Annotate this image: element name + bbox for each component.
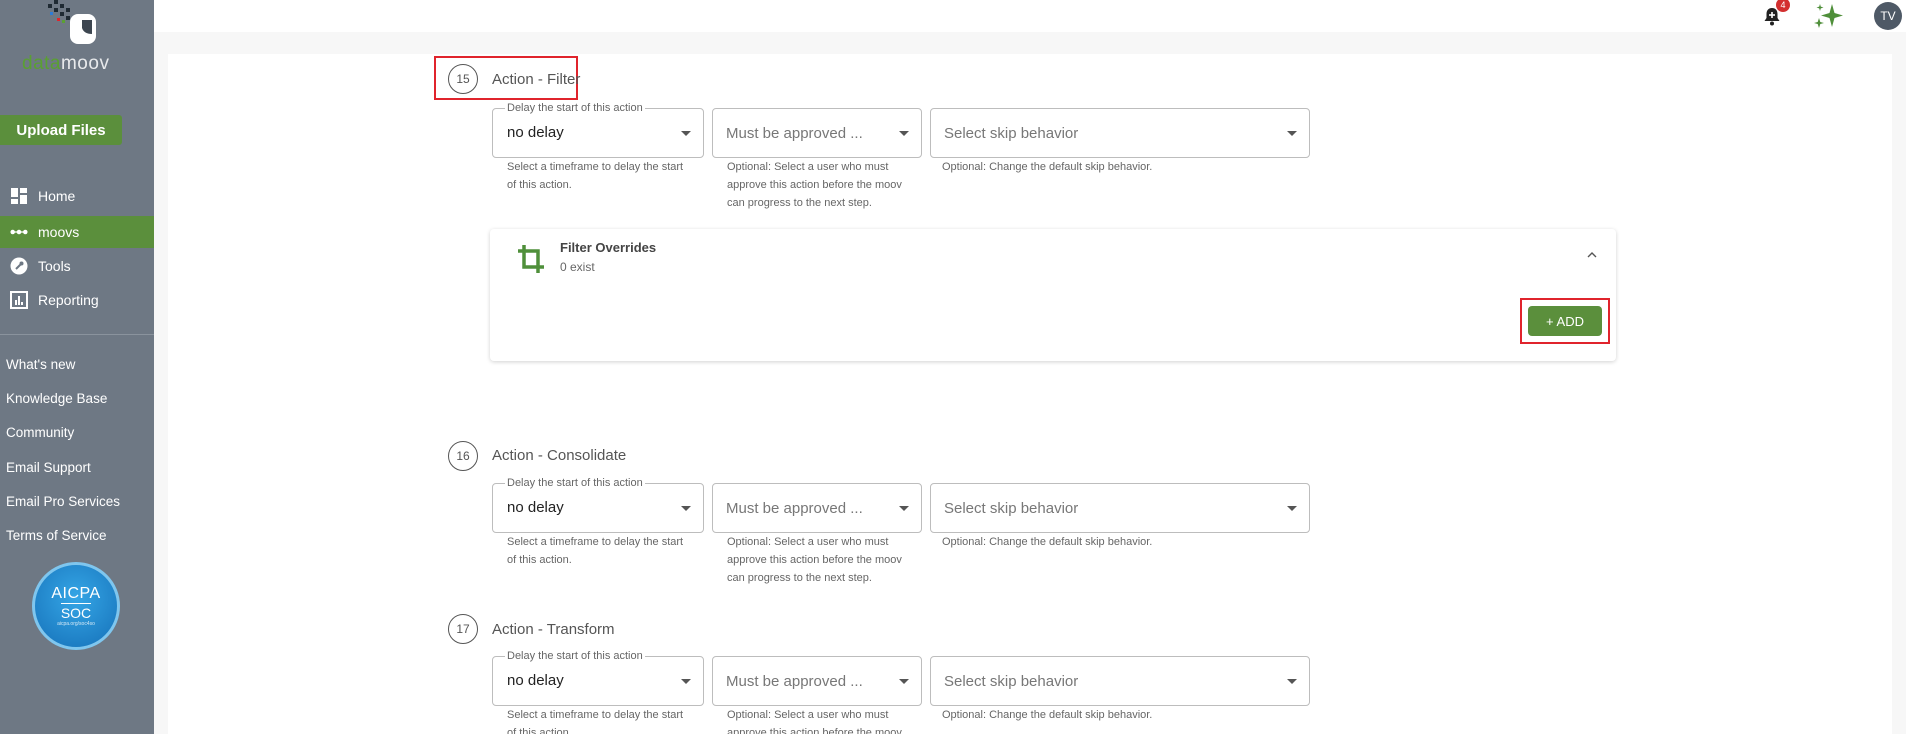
approver-placeholder: Must be approved ...: [726, 500, 863, 517]
logo-part-moov: moov: [60, 53, 110, 74]
filter-overrides-count: 0 exist: [560, 260, 595, 274]
approver-helper-text: Optional: Select a user who must approve…: [727, 161, 902, 209]
approver-helper-text: Optional: Select a user who must approve…: [727, 709, 902, 734]
approver-select-17[interactable]: Must be approved ...: [712, 656, 922, 706]
skip-behavior-select-15[interactable]: Select skip behavior: [930, 108, 1310, 158]
step-number-17: 17: [448, 614, 478, 644]
step-title-consolidate: Action - Consolidate: [492, 447, 627, 464]
delay-legend: Delay the start of this action: [505, 650, 645, 662]
link-terms-of-service[interactable]: Terms of Service: [6, 528, 107, 543]
link-community[interactable]: Community: [6, 425, 74, 440]
step-title-transform: Action - Transform: [492, 621, 615, 638]
sparkle-icon[interactable]: [1812, 2, 1846, 30]
delay-helper-text: Select a timeframe to delay the start of…: [507, 536, 684, 566]
dropdown-arrow-icon: [899, 679, 909, 684]
dropdown-arrow-icon: [681, 131, 691, 136]
dropdown-arrow-icon: [1287, 679, 1297, 684]
delay-value: no delay: [507, 124, 564, 141]
delay-helper-text: Select a timeframe to delay the start of…: [507, 161, 684, 191]
sidebar-divider: [0, 334, 154, 335]
badge-line-2: SOC: [60, 603, 92, 621]
step-number-16: 16: [448, 441, 478, 471]
link-email-pro-services[interactable]: Email Pro Services: [6, 494, 120, 509]
filter-overrides-title: Filter Overrides: [560, 240, 657, 255]
approver-helper-text: Optional: Select a user who must approve…: [727, 536, 902, 584]
sidebar-item-moovs[interactable]: moovs: [0, 216, 154, 248]
user-avatar[interactable]: TV: [1874, 2, 1902, 30]
delay-value: no delay: [507, 499, 564, 516]
skip-behavior-placeholder: Select skip behavior: [944, 500, 1079, 517]
dropdown-arrow-icon: [899, 506, 909, 511]
skip-behavior-select-17[interactable]: Select skip behavior: [930, 656, 1310, 706]
skip-behavior-helper-text: Optional: Change the default skip behavi…: [942, 709, 1153, 721]
filter-overrides-panel: Filter Overrides 0 exist + ADD: [490, 229, 1616, 361]
delay-legend: Delay the start of this action: [505, 477, 645, 489]
sidebar: datamoov Upload Files Home moovs Tools R…: [0, 0, 154, 734]
crop-icon: [518, 245, 544, 273]
sidebar-item-home[interactable]: Home: [0, 180, 154, 212]
chevron-up-icon[interactable]: [1586, 249, 1598, 261]
logo-part-data: data: [22, 53, 61, 74]
link-knowledge-base[interactable]: Knowledge Base: [6, 391, 107, 406]
dots-icon: [10, 223, 28, 241]
sidebar-item-label: Home: [38, 188, 76, 204]
main-content-card: 15 Action - Filter Delay the start of th…: [168, 54, 1892, 734]
delay-value: no delay: [507, 672, 564, 689]
skip-behavior-helper-text: Optional: Change the default skip behavi…: [942, 536, 1153, 548]
approver-select-15[interactable]: Must be approved ...: [712, 108, 922, 158]
top-bar: [154, 0, 1906, 32]
badge-line-3: aicpa.org/soc4so: [57, 621, 95, 627]
sidebar-item-label: moovs: [38, 224, 80, 240]
logo-wordmark: datamoov: [22, 53, 109, 75]
sidebar-item-label: Tools: [38, 258, 71, 274]
step-number-15: 15: [448, 64, 478, 94]
delay-legend: Delay the start of this action: [505, 102, 645, 114]
approver-select-16[interactable]: Must be approved ...: [712, 483, 922, 533]
dropdown-arrow-icon: [899, 131, 909, 136]
wrench-icon: [10, 257, 28, 275]
link-whats-new[interactable]: What's new: [6, 357, 75, 372]
aicpa-soc-badge: AICPA SOC aicpa.org/soc4so: [32, 562, 120, 650]
dropdown-arrow-icon: [1287, 506, 1297, 511]
dropdown-arrow-icon: [681, 679, 691, 684]
approver-placeholder: Must be approved ...: [726, 673, 863, 690]
delay-select-16[interactable]: Delay the start of this action no delay: [492, 477, 704, 533]
badge-line-1: AICPA: [51, 585, 101, 602]
skip-behavior-placeholder: Select skip behavior: [944, 125, 1079, 142]
skip-behavior-helper-text: Optional: Change the default skip behavi…: [942, 161, 1153, 173]
add-filter-override-button[interactable]: + ADD: [1528, 306, 1602, 336]
approver-placeholder: Must be approved ...: [726, 125, 863, 142]
delay-select-15[interactable]: Delay the start of this action no delay: [492, 102, 704, 158]
link-email-support[interactable]: Email Support: [6, 460, 91, 475]
skip-behavior-placeholder: Select skip behavior: [944, 673, 1079, 690]
sidebar-item-label: Reporting: [38, 292, 99, 308]
upload-files-button[interactable]: Upload Files: [0, 115, 122, 145]
sidebar-item-reporting[interactable]: Reporting: [0, 284, 154, 316]
sidebar-item-tools[interactable]: Tools: [0, 250, 154, 282]
delay-select-17[interactable]: Delay the start of this action no delay: [492, 650, 704, 706]
dropdown-arrow-icon: [1287, 131, 1297, 136]
dropdown-arrow-icon: [681, 506, 691, 511]
chart-icon: [10, 291, 28, 309]
step-title-filter: Action - Filter: [492, 71, 581, 88]
dashboard-icon: [10, 187, 28, 205]
skip-behavior-select-16[interactable]: Select skip behavior: [930, 483, 1310, 533]
delay-helper-text: Select a timeframe to delay the start of…: [507, 709, 684, 734]
